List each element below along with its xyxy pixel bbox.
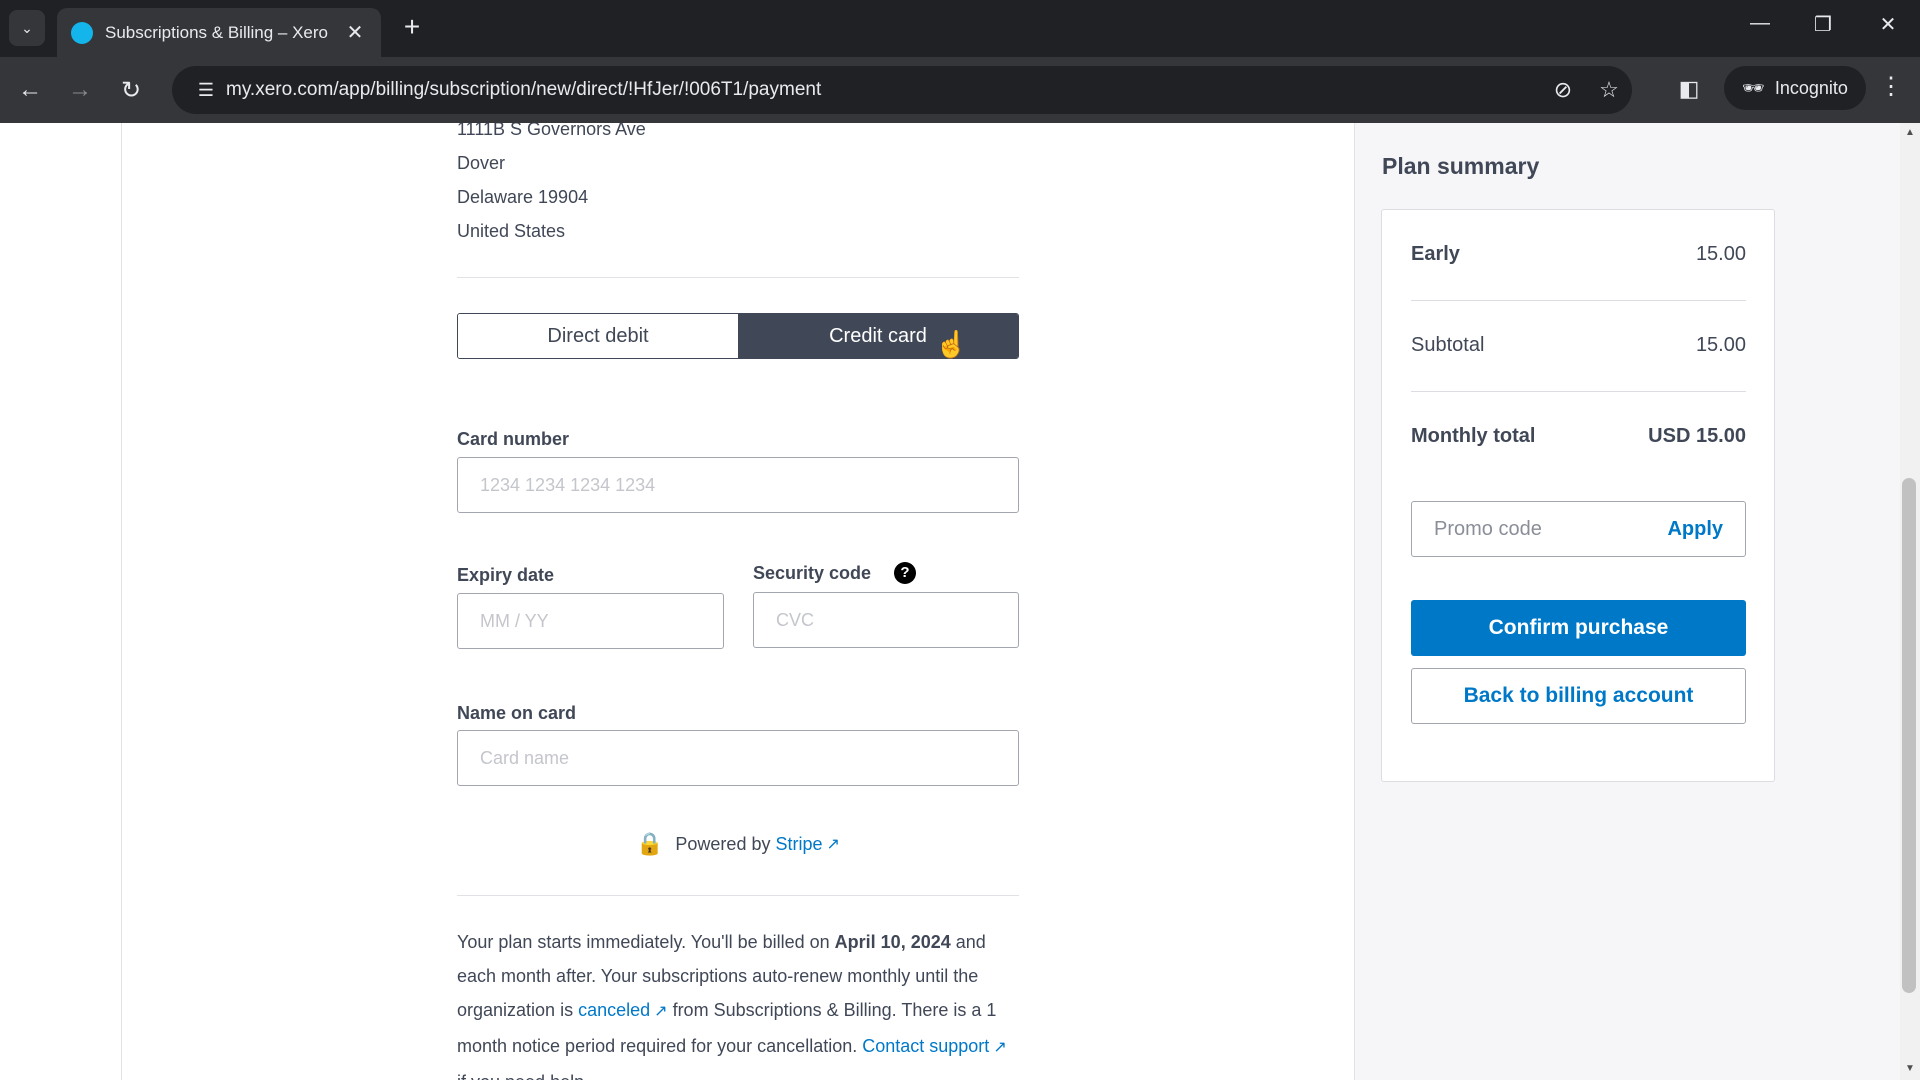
security-code-label: Security code [753,563,872,583]
back-to-billing-button[interactable]: Back to billing account [1411,668,1746,724]
billing-text-part1: Your plan starts immediately. You'll be … [457,932,835,952]
site-info-icon[interactable]: ☰ [186,80,226,101]
subtotal-row: Subtotal 15.00 [1411,334,1746,357]
url-text[interactable]: my.xero.com/app/billing/subscription/new… [226,79,1540,101]
external-link-icon: ↗ [654,1003,668,1020]
pointer-cursor-icon: ☝ [935,329,968,359]
close-window-icon[interactable]: ✕ [1868,12,1908,37]
promo-code-field[interactable]: Promo code Apply [1411,501,1746,557]
plan-name: Early [1411,243,1460,265]
tab-close-icon[interactable]: ✕ [343,20,367,45]
back-arrow-icon[interactable]: ← [13,73,47,107]
browser-toolbar: ← → ↻ ☰ my.xero.com/app/billing/subscrip… [0,57,1920,123]
credit-card-button[interactable]: Credit card [738,314,1018,358]
monthly-total-label: Monthly total [1411,425,1536,447]
browser-menu-icon[interactable]: ⋮ [1876,72,1906,101]
tab-search-chevron-icon[interactable]: ⌄ [9,10,45,46]
tab-title: Subscriptions & Billing – Xero [105,22,329,42]
apply-button[interactable]: Apply [1667,518,1723,541]
left-border [121,123,122,1080]
expiry-date-label: Expiry date [457,565,555,585]
name-on-card-label: Name on card [457,703,577,723]
xero-favicon-icon [71,21,93,44]
incognito-label: Incognito [1774,77,1848,98]
monthly-total-value: USD 15.00 [1648,425,1746,447]
confirm-purchase-button[interactable]: Confirm purchase [1411,600,1746,656]
plan-summary-panel: Plan summary Early 15.00 Subtotal 15.00 … [1355,123,1900,1080]
card-divider [1411,391,1746,392]
scroll-up-arrow-icon[interactable]: ▲ [1902,127,1918,138]
lock-icon: 🔒 [636,831,664,856]
billing-date: April 10, 2024 [834,932,951,952]
page-content: 1111B S Governors Ave Dover Delaware 199… [0,123,1920,1080]
stripe-link[interactable]: Stripe [775,834,822,855]
plan-summary-heading: Plan summary [1382,153,1540,179]
powered-by-text: Powered by [675,833,771,854]
billing-notice: Your plan starts immediately. You'll be … [457,925,1019,1080]
canceled-link[interactable]: canceled [578,1000,650,1020]
browser-tab[interactable]: Subscriptions & Billing – Xero ✕ [57,8,381,57]
address-bar[interactable]: ☰ my.xero.com/app/billing/subscription/n… [172,66,1632,114]
card-number-label: Card number [457,429,570,449]
side-panel-icon[interactable]: ◧ [1672,72,1706,106]
plan-summary-card: Early 15.00 Subtotal 15.00 Monthly total… [1381,209,1775,782]
expiry-date-input[interactable]: MM / YY [457,593,724,649]
subtotal-value: 15.00 [1695,334,1746,356]
address-line-1: 1111B S Governors Ave [457,123,646,139]
card-divider [1411,300,1746,301]
plan-row: Early 15.00 [1411,243,1746,266]
incognito-icon: 🕶 [1742,77,1765,98]
card-number-input[interactable]: 1234 1234 1234 1234 [457,457,1019,513]
external-link-icon: ↗ [993,1039,1007,1056]
address-line-2: Dover [457,153,506,173]
scroll-down-arrow-icon[interactable]: ▼ [1902,1063,1918,1074]
forward-arrow-icon[interactable]: → [63,73,97,107]
direct-debit-button[interactable]: Direct debit [458,314,738,358]
billing-text-part4: if you need help. [457,1072,589,1080]
divider [457,895,1019,896]
contact-support-link[interactable]: Contact support [862,1036,989,1056]
browser-tabstrip: ⌄ Subscriptions & Billing – Xero ✕ + — ❐… [0,0,1920,57]
divider [457,277,1019,278]
address-line-4: United States [457,221,566,241]
promo-code-input[interactable]: Promo code [1434,518,1542,541]
bookmark-star-icon[interactable]: ☆ [1586,77,1632,103]
help-question-icon[interactable]: ? [894,562,916,584]
incognito-badge[interactable]: 🕶 Incognito [1724,66,1866,110]
security-code-input[interactable]: CVC [753,592,1019,648]
scrollbar-thumb[interactable] [1902,478,1916,993]
eye-slash-icon[interactable]: ⊘ [1540,77,1586,103]
address-line-3: Delaware 19904 [457,187,589,207]
external-link-icon: ↗ [826,836,840,853]
reload-icon[interactable]: ↻ [114,73,148,107]
new-tab-plus-icon[interactable]: + [396,12,428,42]
subtotal-label: Subtotal [1411,334,1485,356]
name-on-card-input[interactable]: Card name [457,730,1019,786]
monthly-total-row: Monthly total USD 15.00 [1411,425,1746,448]
powered-by-stripe: 🔒 Powered by Stripe ↗ [636,831,840,857]
plan-price: 15.00 [1695,243,1746,265]
restore-icon[interactable]: ❐ [1803,12,1843,37]
minimize-icon[interactable]: — [1740,12,1780,35]
